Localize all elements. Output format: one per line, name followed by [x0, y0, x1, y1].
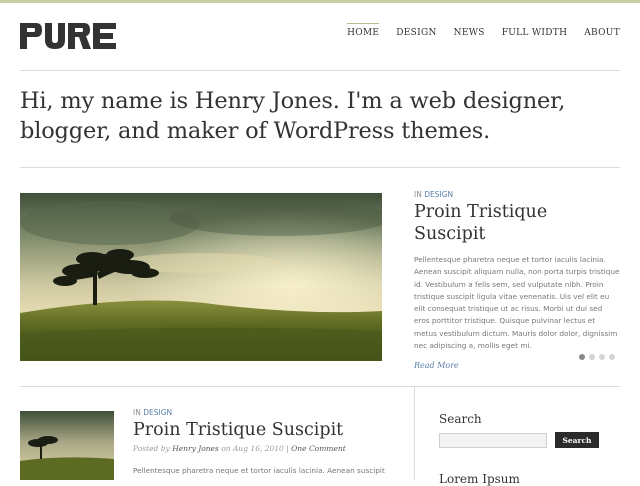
post-date: Aug 16, 2010 — [232, 444, 284, 453]
site-logo[interactable] — [20, 23, 118, 49]
featured-image[interactable] — [20, 193, 382, 361]
divider — [20, 386, 620, 387]
nav-full-width[interactable]: FULL WIDTH — [502, 28, 568, 38]
slider-dot-3[interactable] — [599, 354, 605, 360]
author-link[interactable]: Henry Jones — [172, 444, 219, 453]
slider-dot-4[interactable] — [609, 354, 615, 360]
post-meta: Posted by Henry Jones on Aug 16, 2010 | … — [133, 444, 393, 453]
slider-dots — [579, 354, 615, 360]
featured-excerpt: Pellentesque pharetra neque et tortor ia… — [414, 255, 620, 351]
search-widget-title: Search — [439, 412, 482, 426]
site-header: HOME DESIGN NEWS FULL WIDTH ABOUT — [20, 20, 620, 71]
category-prefix: IN — [133, 408, 141, 417]
post-title[interactable]: Proin Tristique Suscipit — [133, 419, 393, 441]
widget-title: Lorem Ipsum — [439, 472, 520, 486]
main-nav: HOME DESIGN NEWS FULL WIDTH ABOUT — [347, 23, 620, 38]
post-item: IN DESIGN Proin Tristique Suscipit Poste… — [133, 408, 393, 477]
featured-category: IN DESIGN — [414, 190, 624, 199]
nav-about[interactable]: ABOUT — [584, 28, 620, 38]
slider-dot-1[interactable] — [579, 354, 585, 360]
featured-title[interactable]: Proin Tristique Suscipit — [414, 201, 624, 245]
nav-news[interactable]: NEWS — [454, 28, 485, 38]
posted-by-label: Posted by — [133, 444, 170, 453]
on-label: on — [221, 444, 231, 453]
landscape-image — [20, 193, 382, 361]
post-category-link[interactable]: DESIGN — [143, 408, 172, 417]
post-category: IN DESIGN — [133, 408, 393, 417]
search-input[interactable] — [439, 432, 547, 448]
nav-home[interactable]: HOME — [347, 23, 380, 38]
intro-headline: Hi, my name is Henry Jones. I'm a web de… — [20, 88, 566, 144]
featured-post: IN DESIGN Proin Tristique Suscipit Pelle… — [414, 190, 624, 372]
post-excerpt: Pellentesque pharetra neque et tortor ia… — [133, 466, 385, 475]
divider — [20, 167, 620, 168]
top-accent-bar — [0, 0, 640, 3]
slider-dot-2[interactable] — [589, 354, 595, 360]
meta-separator: | — [286, 444, 289, 453]
column-divider — [414, 387, 415, 480]
search-form: Search — [439, 432, 620, 448]
logo-icon — [20, 23, 116, 49]
sidebar: Search Search Lorem Ipsum — [439, 412, 620, 486]
comments-link[interactable]: One Comment — [291, 444, 346, 453]
category-prefix: IN — [414, 190, 422, 199]
search-button[interactable]: Search — [555, 432, 599, 448]
nav-design[interactable]: DESIGN — [396, 28, 436, 38]
read-more-link[interactable]: Read More — [414, 361, 459, 370]
post-thumbnail[interactable] — [20, 411, 114, 480]
landscape-thumbnail-image — [20, 411, 114, 480]
featured-category-link[interactable]: DESIGN — [424, 190, 453, 199]
